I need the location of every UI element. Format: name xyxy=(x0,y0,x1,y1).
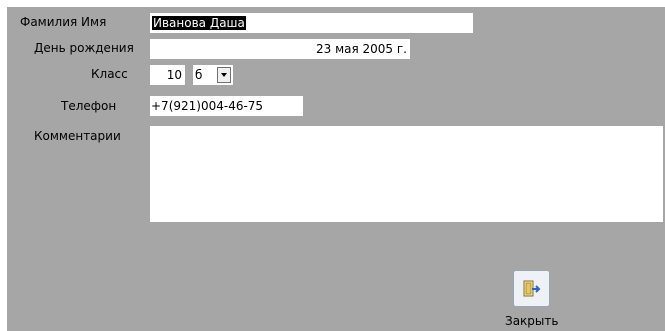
class-label: Класс xyxy=(91,67,128,81)
phone-label: Телефон xyxy=(61,99,117,113)
surname-field[interactable]: Иванова Даша xyxy=(150,13,473,33)
comments-field[interactable] xyxy=(150,126,663,222)
class-number-field[interactable]: 10 xyxy=(150,65,185,85)
close-button-label: Закрыть xyxy=(505,314,559,328)
comments-label: Комментарии xyxy=(34,129,121,143)
birthday-field[interactable]: 23 мая 2005 г. xyxy=(150,39,410,59)
class-letter-dropdown-button[interactable] xyxy=(217,67,231,83)
surname-value: Иванова Даша xyxy=(152,16,246,30)
exit-door-icon xyxy=(523,280,540,296)
student-form: Фамилия Имя Иванова Даша День рождения 2… xyxy=(7,7,665,331)
chevron-down-icon xyxy=(221,73,227,77)
birthday-label: День рождения xyxy=(34,41,134,55)
phone-field[interactable]: +7(921)004-46-75 xyxy=(150,96,303,116)
surname-label: Фамилия Имя xyxy=(20,15,107,29)
class-letter-value: б xyxy=(195,68,203,82)
close-button[interactable] xyxy=(513,270,550,307)
